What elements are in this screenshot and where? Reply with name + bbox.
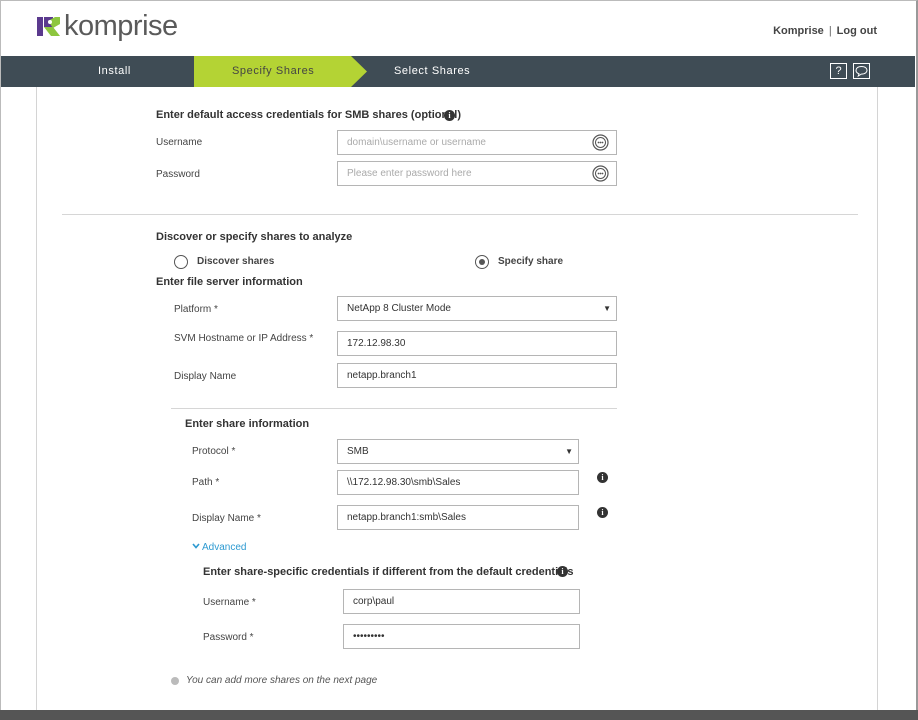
- password-placeholder: Please enter password here: [347, 168, 472, 179]
- help-icon[interactable]: ?: [830, 63, 847, 79]
- share-password-value: •••••••••: [353, 631, 385, 642]
- server-display-name-value: netapp.branch1: [347, 370, 417, 381]
- specify-share-radio[interactable]: [475, 255, 489, 269]
- brand-logo[interactable]: komprise: [37, 10, 178, 42]
- chevron-down-icon: ▼: [565, 447, 573, 456]
- header: komprise Komprise | Log out: [1, 1, 915, 55]
- user-link[interactable]: Komprise: [773, 25, 824, 37]
- logout-link[interactable]: Log out: [837, 25, 877, 37]
- hostname-label: SVM Hostname or IP Address *: [174, 333, 314, 344]
- share-display-name-value: netapp.branch1:smb\Sales: [347, 512, 466, 523]
- link-separator: |: [828, 25, 832, 37]
- user-links: Komprise | Log out: [773, 25, 877, 37]
- step-specify-shares-label: Specify Shares: [232, 65, 315, 77]
- brand-name: komprise: [64, 10, 178, 42]
- komprise-logo-icon: [37, 14, 60, 38]
- share-info-title: Enter share information: [185, 418, 310, 430]
- share-divider: [171, 408, 617, 409]
- step-specify-shares[interactable]: Specify Shares: [194, 56, 367, 87]
- default-password-input[interactable]: Please enter password here: [337, 161, 617, 186]
- password-label: Password: [156, 169, 200, 180]
- discover-shares-label[interactable]: Discover shares: [197, 256, 274, 267]
- path-value: \\172.12.98.30\smb\Sales: [347, 477, 461, 488]
- advanced-label: Advanced: [202, 542, 247, 553]
- section-divider: [62, 214, 858, 215]
- advanced-toggle[interactable]: Advanced: [192, 542, 246, 553]
- share-password-input[interactable]: •••••••••: [343, 624, 580, 649]
- protocol-label: Protocol *: [192, 446, 236, 457]
- share-username-input[interactable]: corp\paul: [343, 589, 580, 614]
- specify-share-label[interactable]: Specify share: [498, 256, 563, 267]
- info-icon[interactable]: i: [557, 566, 568, 577]
- wizard-steps-bar: Install Specify Shares Select Shares ?: [1, 56, 915, 87]
- show-password-icon[interactable]: [592, 134, 609, 151]
- file-server-title: Enter file server information: [156, 276, 303, 288]
- share-username-value: corp\paul: [353, 596, 395, 607]
- default-username-input[interactable]: domain\username or username: [337, 130, 617, 155]
- share-credentials-title: Enter share-specific credentials if diff…: [203, 566, 574, 578]
- protocol-value: SMB: [347, 446, 369, 457]
- platform-label: Platform *: [174, 304, 218, 315]
- path-input[interactable]: \\172.12.98.30\smb\Sales: [337, 470, 579, 495]
- share-display-name-input[interactable]: netapp.branch1:smb\Sales: [337, 505, 579, 530]
- default-credentials-title: Enter default access credentials for SMB…: [156, 109, 462, 121]
- chat-icon[interactable]: [853, 63, 870, 79]
- note-bullet-icon: [171, 677, 179, 685]
- share-password-label: Password *: [203, 632, 254, 643]
- info-icon[interactable]: i: [444, 110, 455, 121]
- bottom-edge: [0, 710, 918, 720]
- share-username-label: Username *: [203, 597, 256, 608]
- step-select-shares[interactable]: Select Shares: [394, 56, 470, 87]
- hostname-input[interactable]: 172.12.98.30: [337, 331, 617, 356]
- chevron-down-icon: [192, 543, 200, 549]
- platform-value: NetApp 8 Cluster Mode: [347, 303, 451, 314]
- server-display-name-input[interactable]: netapp.branch1: [337, 363, 617, 388]
- platform-select[interactable]: NetApp 8 Cluster Mode ▼: [337, 296, 617, 321]
- info-icon[interactable]: i: [597, 472, 608, 483]
- show-password-icon[interactable]: [592, 165, 609, 182]
- discover-title: Discover or specify shares to analyze: [156, 231, 353, 243]
- username-placeholder: domain\username or username: [347, 137, 486, 148]
- path-label: Path *: [192, 477, 220, 488]
- step-install[interactable]: Install: [98, 56, 131, 87]
- add-more-shares-note: You can add more shares on the next page: [186, 675, 378, 686]
- share-display-name-label: Display Name *: [192, 513, 261, 524]
- info-icon[interactable]: i: [597, 507, 608, 518]
- hostname-value: 172.12.98.30: [347, 338, 406, 349]
- discover-shares-radio[interactable]: [174, 255, 188, 269]
- username-label: Username: [156, 137, 203, 148]
- chevron-down-icon: ▼: [603, 304, 611, 313]
- server-display-name-label: Display Name: [174, 371, 237, 382]
- protocol-select[interactable]: SMB ▼: [337, 439, 579, 464]
